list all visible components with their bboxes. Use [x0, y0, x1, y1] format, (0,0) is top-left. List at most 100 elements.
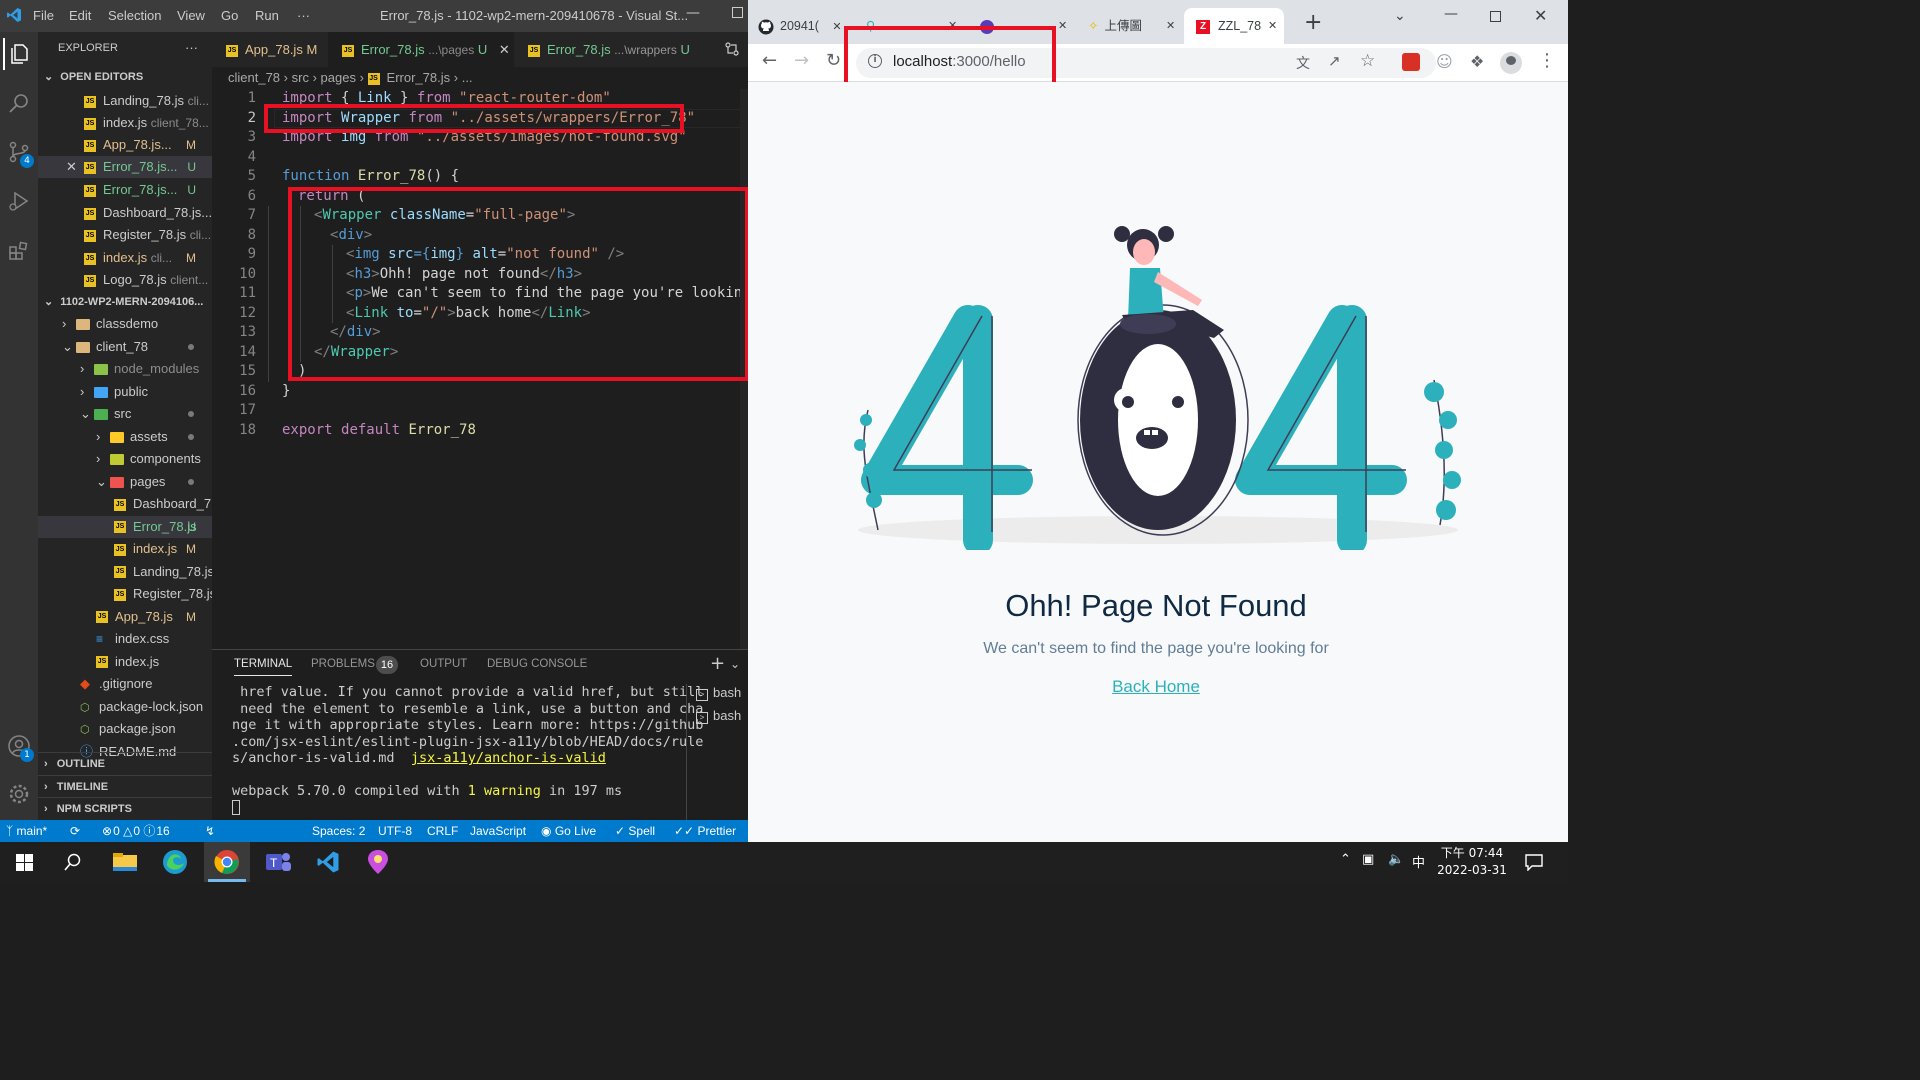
profile-avatar[interactable] — [1500, 52, 1522, 74]
extension-red-icon[interactable] — [1402, 53, 1420, 71]
npm-scripts-section[interactable]: › NPM SCRIPTS — [38, 797, 212, 819]
extensions-icon[interactable] — [3, 234, 35, 266]
tree-folder[interactable]: › classdemo — [38, 313, 212, 335]
eol-status[interactable]: CRLF — [427, 820, 458, 842]
sync-icon[interactable]: ⟳ — [70, 820, 80, 842]
menu-file[interactable]: File — [33, 8, 54, 23]
windows-start-icon[interactable] — [16, 854, 33, 871]
share-icon[interactable]: ↗ — [1328, 52, 1341, 70]
translate-icon[interactable]: 文 — [1296, 53, 1310, 73]
tree-folder[interactable]: › components — [38, 448, 212, 470]
forward-icon[interactable]: → — [794, 50, 809, 71]
menu-run[interactable]: Run — [255, 8, 279, 23]
tab-output[interactable]: OUTPUT — [420, 658, 467, 670]
chevron-down-icon[interactable]: ⌄ — [730, 657, 740, 671]
browser-tab-upload[interactable]: ✧ 上傳圖 ✕ — [1088, 8, 1180, 44]
volume-icon[interactable]: 🔈 — [1388, 852, 1404, 867]
close-tab-icon[interactable]: ✕ — [948, 8, 957, 44]
tree-file[interactable]: JS index.js M — [38, 538, 212, 560]
browser-tab-active[interactable]: Z ZZL_78 ✕ — [1184, 8, 1284, 44]
close-tab-icon[interactable]: ✕ — [499, 42, 510, 57]
close-tab-icon[interactable]: ✕ — [1166, 8, 1175, 44]
browser-tab-2[interactable]: ⚲ ✕ — [866, 8, 962, 44]
edge-icon[interactable] — [162, 849, 188, 875]
open-editors-section[interactable]: ⌄ OPEN EDITORS — [38, 66, 212, 88]
extension-face-icon[interactable]: ☺ — [1436, 52, 1453, 71]
terminal-output[interactable]: href value. If you cannot provide a vali… — [232, 684, 703, 816]
close-window-icon[interactable]: ✕ — [1534, 6, 1547, 25]
project-section[interactable]: ⌄ 1102-WP2-MERN-2094106... — [38, 291, 212, 313]
open-editor-item[interactable]: JS Register_78.js cli... — [38, 224, 212, 246]
tree-file[interactable]: ◆ .gitignore — [38, 673, 212, 695]
close-editor-icon[interactable]: ✕ — [66, 156, 77, 178]
browser-tab-github[interactable]: 20941( ✕ — [758, 8, 852, 44]
notifications-icon[interactable] — [1524, 853, 1544, 871]
encoding-status[interactable]: UTF-8 — [378, 820, 412, 842]
breadcrumb-pages[interactable]: pages — [321, 70, 356, 85]
menu-more[interactable]: ··· — [297, 8, 310, 23]
browser-tab-3[interactable]: ✕ — [980, 8, 1072, 44]
tree-folder[interactable]: › node_modules — [38, 358, 212, 380]
close-tab-icon[interactable]: ✕ — [1058, 8, 1067, 44]
tree-file[interactable]: ⬡ package.json — [38, 718, 212, 740]
maps-pin-icon[interactable] — [366, 849, 390, 875]
open-editor-item[interactable]: JS Dashboard_78.js... — [38, 202, 212, 224]
tree-file[interactable]: JS Register_78.js — [38, 583, 212, 605]
tree-folder[interactable]: ⌄ src — [38, 403, 212, 425]
tree-folder[interactable]: ⌄ client_78 — [38, 336, 212, 358]
branch-status[interactable]: ᛉ main* — [6, 820, 47, 842]
new-tab-button[interactable]: + — [1304, 10, 1322, 35]
go-live-button[interactable]: ◉ Go Live — [541, 820, 596, 842]
tree-file[interactable]: JS App_78.js M — [38, 606, 212, 628]
breadcrumb-src[interactable]: src — [292, 70, 309, 85]
compare-changes-icon[interactable] — [724, 41, 740, 57]
breadcrumb-client[interactable]: client_78 — [228, 70, 280, 85]
lightning-icon[interactable]: ↯ — [205, 820, 215, 842]
tab-debug-console[interactable]: DEBUG CONSOLE — [487, 658, 587, 670]
breadcrumb-more[interactable]: ... — [462, 70, 473, 85]
tree-folder[interactable]: › public — [38, 381, 212, 403]
menu-selection[interactable]: Selection — [108, 8, 161, 23]
open-editor-item[interactable]: JS index.js cli... M — [38, 247, 212, 269]
tab-app[interactable]: JS App_78.js M — [212, 32, 328, 67]
back-home-link[interactable]: Back Home — [1112, 677, 1200, 696]
minimize-icon[interactable]: — — [686, 5, 700, 21]
editor-scrollbar[interactable] — [740, 89, 748, 649]
lint-rule-link[interactable]: jsx-a11y/anchor-is-valid — [411, 750, 606, 766]
maximize-icon[interactable] — [732, 7, 743, 18]
menu-go[interactable]: Go — [221, 8, 238, 23]
new-terminal-icon[interactable]: + — [710, 653, 725, 674]
tree-file[interactable]: JS Error_78.js U — [38, 515, 212, 538]
menu-view[interactable]: View — [177, 8, 205, 23]
bookmark-star-icon[interactable]: ☆ — [1360, 51, 1375, 71]
settings-gear-icon[interactable] — [3, 778, 35, 810]
site-info-icon[interactable]: i — [868, 54, 882, 68]
tree-file[interactable]: ≡ index.css — [38, 628, 212, 650]
tree-folder[interactable]: › assets — [38, 426, 212, 448]
tree-file[interactable]: JS index.js — [38, 651, 212, 673]
more-actions-icon[interactable]: ··· — [185, 37, 198, 59]
code-editor[interactable]: 1 2 3 4 5 6 7 8 9 10 11 12 13 14 15 16 17 18 import { Lin… — [212, 89, 748, 649]
language-status[interactable]: JavaScript — [470, 820, 526, 842]
teams-icon[interactable]: T — [264, 850, 292, 874]
vscode-taskbar-icon[interactable] — [316, 850, 340, 874]
tree-file[interactable]: ⬡ package-lock.json — [38, 696, 212, 718]
explorer-icon[interactable] — [3, 38, 35, 70]
taskbar-chrome-active[interactable] — [204, 842, 250, 882]
tab-terminal[interactable]: TERMINAL — [234, 658, 293, 676]
problems-status[interactable]: ⊗ 0 △ 0 ⓘ 16 — [102, 820, 170, 842]
tab-error-pages[interactable]: JS Error_78.js ...\pages U ✕ — [328, 32, 514, 67]
close-tab-icon[interactable]: ✕ — [832, 21, 841, 33]
run-debug-icon[interactable] — [3, 185, 35, 217]
tab-search-icon[interactable]: ⌄ — [1394, 8, 1406, 24]
taskbar-search-icon[interactable] — [64, 853, 82, 871]
reload-icon[interactable]: ↻ — [826, 50, 841, 71]
kebab-menu-icon[interactable]: ⋮ — [1538, 50, 1556, 71]
extensions-puzzle-icon[interactable]: ❖ — [1470, 52, 1484, 71]
tree-file[interactable]: JS Landing_78.js — [38, 561, 212, 583]
prettier-button[interactable]: ✓✓ Prettier — [674, 820, 736, 842]
open-editor-item[interactable]: JS App_78.js... M — [38, 134, 212, 156]
open-editor-item[interactable]: JS Error_78.js... U — [38, 179, 212, 201]
maximize-icon[interactable] — [1490, 11, 1501, 22]
spell-button[interactable]: ✓ Spell — [615, 820, 655, 842]
